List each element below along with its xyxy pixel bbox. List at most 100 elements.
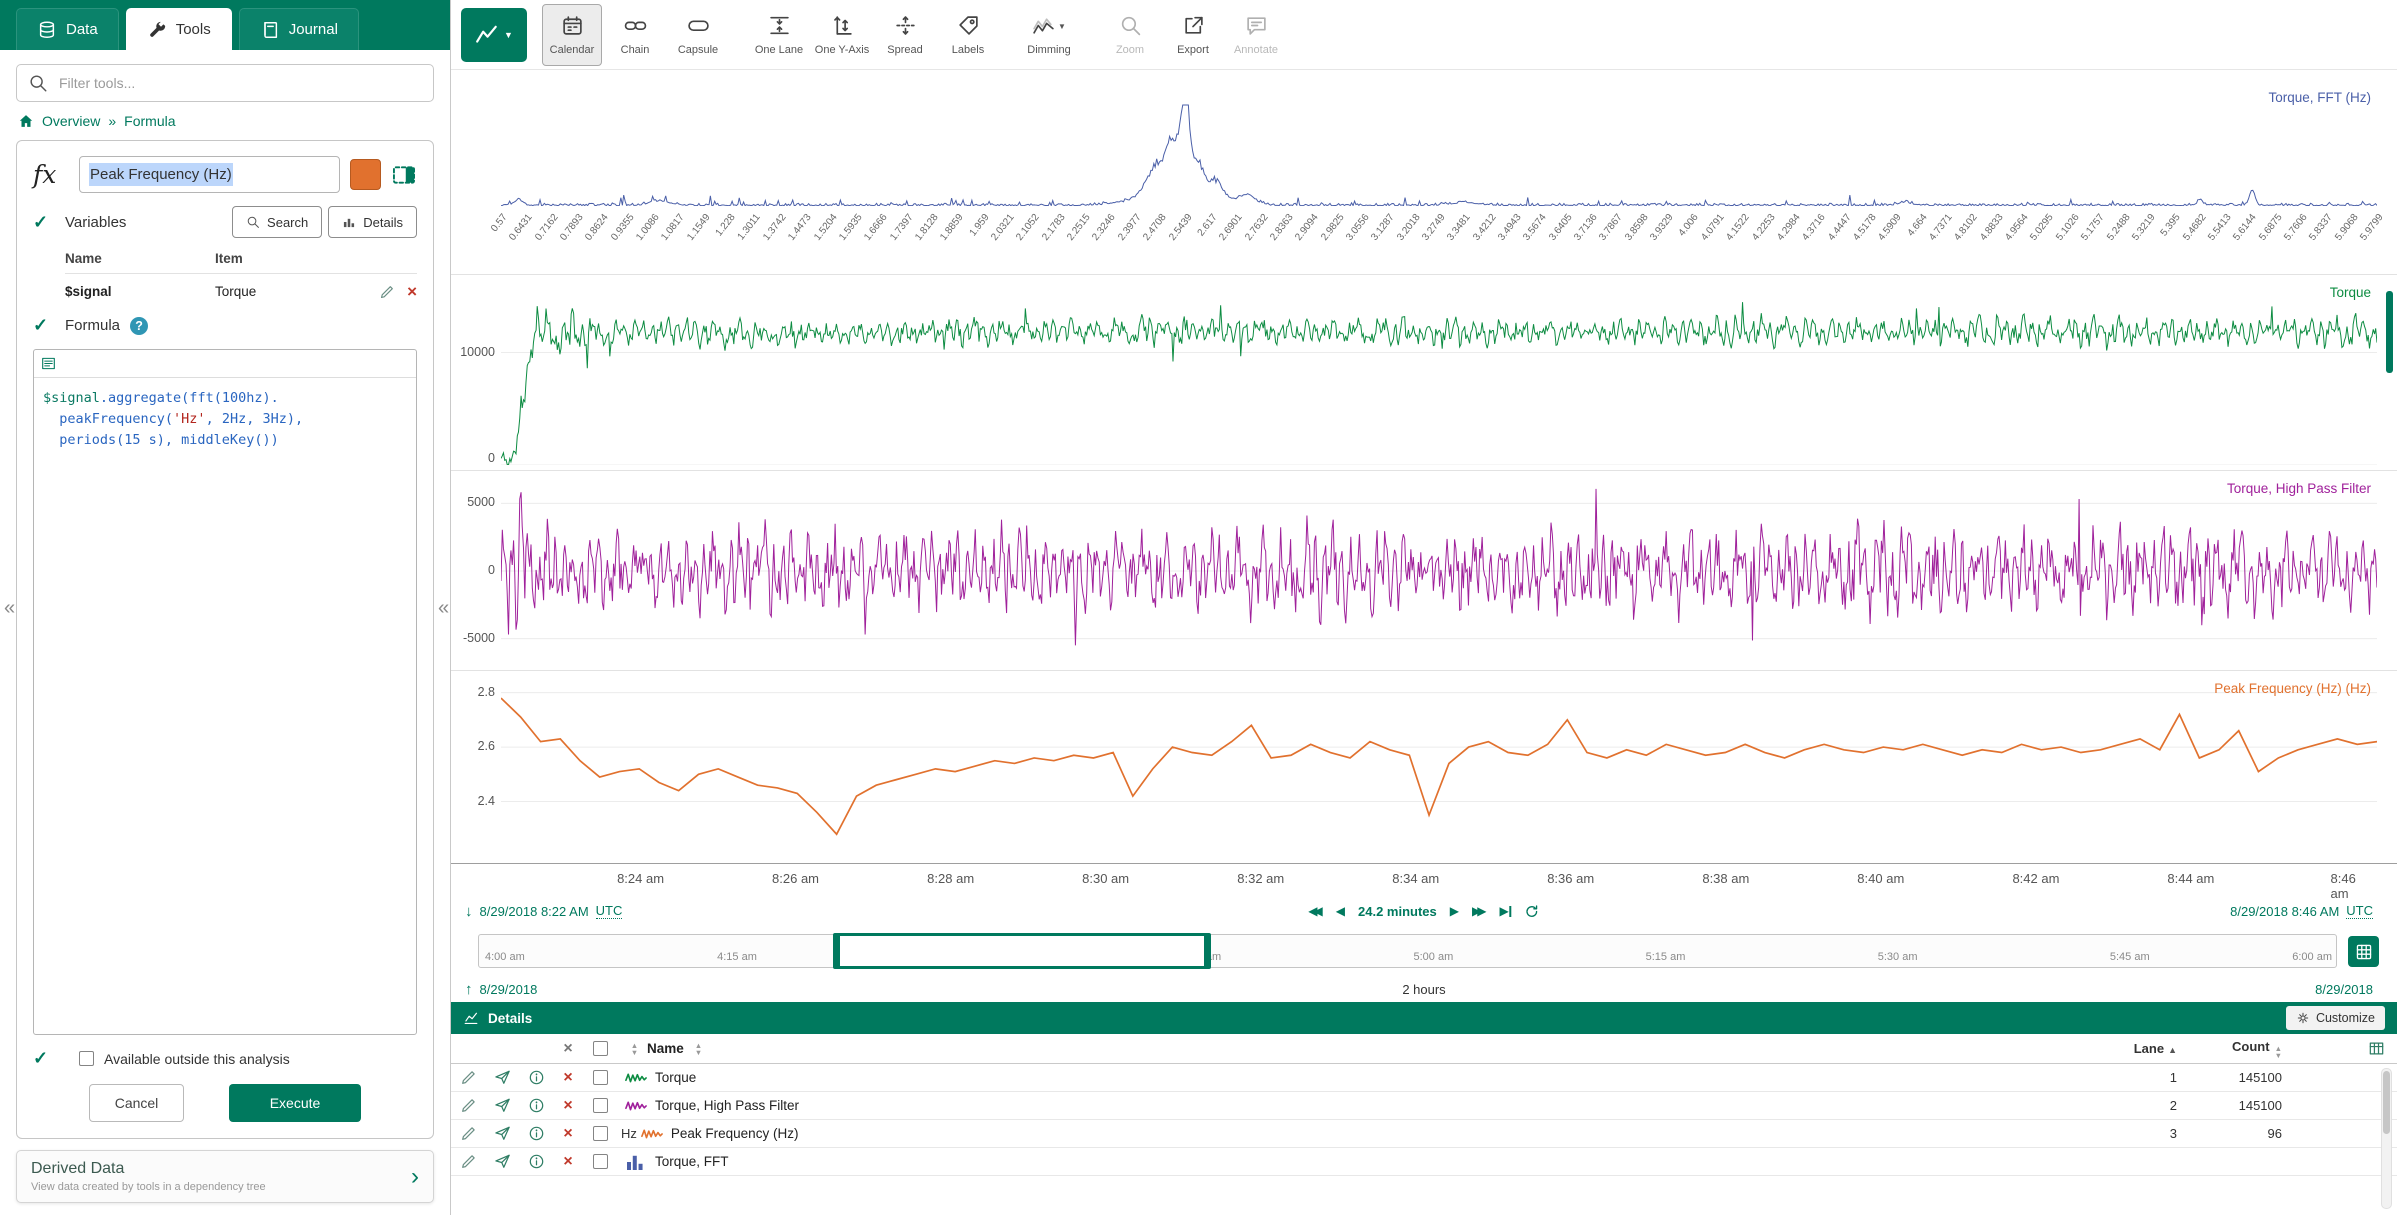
formula-code[interactable]: $signal.aggregate(fft(100hz). peakFreque… [34, 378, 416, 461]
item-info-icon[interactable] [519, 1069, 553, 1086]
sort-ascending-icon[interactable]: ▲ [2168, 1045, 2177, 1055]
step-back-many-button[interactable]: ◀◀ [1308, 904, 1322, 918]
range-start-timezone[interactable]: UTC [596, 903, 623, 919]
remove-item-icon[interactable]: × [553, 1125, 583, 1143]
lane-title[interactable]: Torque [2330, 285, 2371, 300]
details-row[interactable]: ×Torque1145100 [451, 1064, 2397, 1092]
toolbar-button-chain[interactable]: Chain [605, 4, 665, 66]
cancel-button[interactable]: Cancel [89, 1084, 184, 1122]
home-icon[interactable] [18, 113, 34, 129]
formula-editor[interactable]: $signal.aggregate(fft(100hz). peakFreque… [33, 349, 417, 1035]
color-swatch-button[interactable] [350, 159, 381, 190]
collapse-left-edge-chevron[interactable]: « [4, 597, 15, 620]
tab-journal[interactable]: Journal [239, 8, 359, 50]
view-selector-button[interactable]: ▼ [461, 8, 527, 62]
docked-panel-toggle-icon[interactable] [391, 162, 417, 188]
item-name[interactable]: Torque, High Pass Filter [655, 1098, 2107, 1113]
step-forward-many-button[interactable]: ▶▶ [1472, 904, 1486, 918]
breadcrumb-overview[interactable]: Overview [42, 113, 100, 129]
select-all-checkbox[interactable] [593, 1041, 608, 1056]
remove-item-icon[interactable]: × [553, 1153, 583, 1171]
chevron-right-icon[interactable]: › [411, 1165, 419, 1189]
y-axis-scroll-handle[interactable] [2386, 291, 2393, 373]
range-end-timezone[interactable]: UTC [2346, 903, 2373, 919]
lane-plot[interactable] [501, 679, 2377, 856]
execute-button[interactable]: Execute [229, 1084, 361, 1122]
item-name[interactable]: Peak Frequency (Hz) [671, 1126, 2107, 1141]
y-axis-label[interactable]: 2.4 [451, 794, 495, 808]
scrubber-right-handle[interactable] [1204, 933, 1211, 969]
remove-item-icon[interactable]: × [553, 1069, 583, 1087]
item-checkbox[interactable] [593, 1098, 608, 1113]
item-checkbox[interactable] [593, 1154, 608, 1169]
item-name[interactable]: Torque [655, 1070, 2107, 1085]
name-column-header[interactable]: Name [647, 1041, 684, 1056]
y-axis-label[interactable]: 2.8 [451, 685, 495, 699]
item-name-input[interactable]: Peak Frequency (Hz) [79, 156, 340, 193]
item-checkbox[interactable] [593, 1126, 608, 1141]
item-info-icon[interactable] [519, 1097, 553, 1114]
auto-update-icon[interactable] [1525, 904, 1540, 919]
y-axis-label[interactable]: 5000 [451, 495, 495, 509]
remove-item-icon[interactable]: × [553, 1097, 583, 1115]
date-range-grid-button[interactable] [2348, 936, 2379, 967]
lane-plot[interactable] [501, 104, 2377, 206]
add-column-icon[interactable] [2368, 1040, 2385, 1057]
range-duration[interactable]: 24.2 minutes [1358, 904, 1437, 919]
y-axis-label[interactable]: 0 [451, 451, 495, 465]
formula-docs-icon[interactable] [41, 356, 56, 371]
toolbar-button-dimming[interactable]: ▼Dimming [1019, 4, 1079, 66]
timeline-scrubber[interactable]: 4:00 am4:15 am4:30 am4:45 am5:00 am5:15 … [478, 934, 2337, 968]
lane-column-header[interactable]: Lane [2134, 1041, 2164, 1056]
derived-data-panel[interactable]: Derived Data View data created by tools … [16, 1150, 434, 1203]
variables-details-button[interactable]: Details [328, 206, 417, 238]
item-info-icon[interactable] [519, 1125, 553, 1142]
item-checkbox[interactable] [593, 1070, 608, 1085]
edit-item-icon[interactable] [451, 1069, 485, 1086]
lane-plot[interactable] [501, 285, 2377, 465]
range-start[interactable]: 8/29/2018 8:22 AM [480, 904, 589, 919]
send-item-icon[interactable] [485, 1069, 519, 1086]
lane-plot[interactable] [501, 479, 2377, 663]
variables-search-button[interactable]: Search [232, 206, 322, 238]
sort-icon[interactable]: ▲▼ [695, 1042, 702, 1056]
y-axis-label[interactable]: -5000 [451, 631, 495, 645]
edit-item-icon[interactable] [451, 1125, 485, 1142]
edit-item-icon[interactable] [451, 1153, 485, 1170]
toolbar-button-labels[interactable]: Labels [938, 4, 998, 66]
tab-data[interactable]: Data [16, 8, 119, 50]
remove-variable-icon[interactable]: × [407, 283, 417, 300]
tab-tools[interactable]: Tools [126, 8, 232, 50]
step-back-button[interactable]: ◀ [1336, 904, 1345, 918]
count-column-header[interactable]: Count [2232, 1039, 2270, 1054]
remove-all-icon[interactable]: × [553, 1040, 583, 1058]
investigate-range-label[interactable]: 2 hours [1402, 982, 1445, 997]
item-info-icon[interactable] [519, 1153, 553, 1170]
sort-icon[interactable]: ▲▼ [2275, 1045, 2282, 1059]
details-scrollbar[interactable] [2381, 1068, 2392, 1209]
details-row[interactable]: ×HzPeak Frequency (Hz)396 [451, 1120, 2397, 1148]
lane-title[interactable]: Torque, FFT (Hz) [2268, 90, 2371, 105]
scrubber-selection[interactable] [837, 933, 1207, 969]
edit-variable-icon[interactable] [379, 284, 395, 300]
item-name[interactable]: Torque, FFT [655, 1154, 2107, 1169]
details-row[interactable]: × Torque, FFT [451, 1148, 2397, 1176]
step-forward-button[interactable]: ▶ [1450, 904, 1459, 918]
step-to-end-button[interactable]: ▶ [1499, 904, 1511, 918]
lane-title[interactable]: Peak Frequency (Hz) (Hz) [2214, 681, 2371, 696]
time-x-axis[interactable]: 8:24 am8:26 am8:28 am8:30 am8:32 am8:34 … [501, 864, 2377, 894]
send-item-icon[interactable] [485, 1125, 519, 1142]
customize-button[interactable]: Customize [2286, 1006, 2385, 1030]
toolbar-button-capsule[interactable]: Capsule [668, 4, 728, 66]
edit-item-icon[interactable] [451, 1097, 485, 1114]
toolbar-button-spread[interactable]: Spread [875, 4, 935, 66]
details-row[interactable]: ×Torque, High Pass Filter2145100 [451, 1092, 2397, 1120]
toolbar-button-one-y-axis[interactable]: One Y-Axis [812, 4, 872, 66]
investigate-date-right[interactable]: 8/29/2018 [2315, 982, 2373, 997]
collapse-sidebar-chevron[interactable]: « [438, 597, 449, 620]
send-item-icon[interactable] [485, 1153, 519, 1170]
toolbar-button-calendar[interactable]: Calendar [542, 4, 602, 66]
send-item-icon[interactable] [485, 1097, 519, 1114]
toolbar-button-one-lane[interactable]: One Lane [749, 4, 809, 66]
sort-icon[interactable]: ▲▼ [631, 1042, 638, 1056]
